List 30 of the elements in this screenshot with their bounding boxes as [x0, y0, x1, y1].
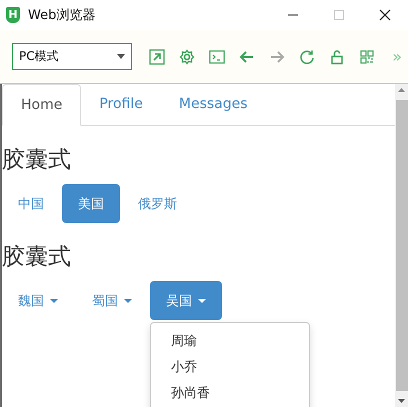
dropdown-pill[interactable]: 蜀国 [76, 281, 148, 320]
menu-item[interactable]: 小乔 [151, 355, 309, 381]
nav-pill[interactable]: 中国 [2, 184, 60, 223]
popout-icon[interactable] [149, 48, 165, 64]
dropdown-pill[interactable]: 吴国 [150, 281, 222, 320]
caret-icon [198, 298, 206, 302]
terminal-icon[interactable] [209, 48, 225, 64]
tab[interactable]: Profile [81, 84, 161, 126]
dropdown-pill[interactable]: 魏国 [2, 281, 74, 320]
menu-item[interactable]: 孙尚香 [151, 381, 309, 407]
section-heading: 胶囊式 [2, 243, 72, 271]
qr-code-icon[interactable] [359, 48, 375, 64]
nav-pill[interactable]: 美国 [62, 184, 120, 223]
caret-icon [124, 298, 132, 302]
reload-icon[interactable] [299, 48, 315, 64]
section-heading: 胶囊式 [2, 146, 72, 174]
app-logo-icon: H [6, 7, 20, 23]
tab[interactable]: Messages [160, 84, 266, 126]
scrollbar[interactable] [395, 84, 408, 407]
tab[interactable]: Home [2, 84, 82, 126]
padlock-icon[interactable] [329, 48, 345, 64]
menu-item[interactable]: 周瑜 [151, 329, 309, 355]
settings-icon[interactable] [179, 48, 195, 64]
back-arrow-icon[interactable] [239, 48, 255, 64]
caret-icon [117, 54, 125, 59]
window-title: Web浏览器 [28, 7, 96, 24]
mode-select[interactable]: PC模式 [12, 43, 132, 70]
nav-pill[interactable]: 俄罗斯 [122, 184, 193, 223]
more-tools-button[interactable]: » [392, 47, 402, 66]
caret-icon [50, 298, 58, 302]
